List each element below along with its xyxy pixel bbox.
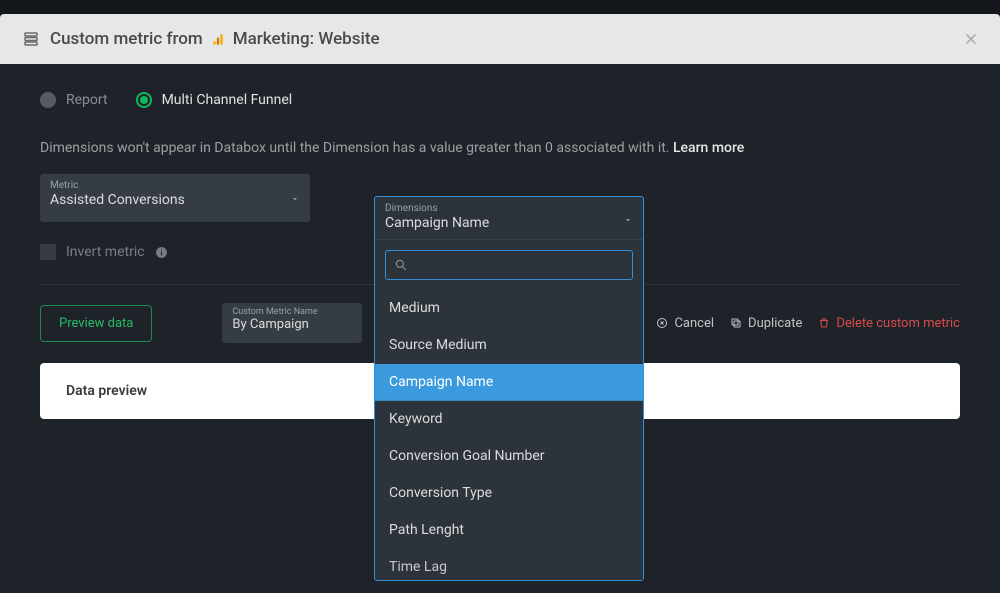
radio-mcf-label: Multi Channel Funnel (162, 92, 293, 108)
delete-label: Delete custom metric (836, 316, 960, 331)
delete-button[interactable]: Delete custom metric (818, 316, 960, 331)
chevron-down-icon (290, 194, 300, 204)
metric-select-label: Metric (50, 180, 300, 191)
radio-on-icon (136, 92, 152, 108)
trash-icon (818, 317, 830, 329)
chevron-down-icon (623, 215, 633, 225)
radio-mcf[interactable]: Multi Channel Funnel (136, 92, 293, 108)
cancel-icon (656, 317, 668, 329)
title-prefix: Custom metric from (50, 29, 203, 49)
radio-report[interactable]: Report (40, 92, 108, 108)
duplicate-label: Duplicate (748, 316, 802, 331)
search-icon (394, 258, 408, 272)
dimension-option[interactable]: Path Lenght (375, 512, 643, 549)
dimensions-list: MediumSource MediumCampaign NameKeywordC… (375, 290, 643, 580)
hint-text: Dimensions won't appear in Databox until… (40, 140, 673, 156)
cm-name-label: Custom Metric Name (232, 307, 352, 317)
invert-checkbox[interactable] (40, 244, 56, 260)
radio-off-icon (40, 92, 56, 108)
copy-icon (730, 317, 742, 329)
title-source: Marketing: Website (233, 29, 380, 49)
dim-value: Campaign Name (385, 215, 633, 231)
cancel-button[interactable]: Cancel (656, 316, 714, 331)
dimension-option[interactable]: Keyword (375, 401, 643, 438)
funnel-type-radios: Report Multi Channel Funnel (40, 92, 960, 108)
dimensions-hint: Dimensions won't appear in Databox until… (40, 140, 960, 156)
dimension-option[interactable]: Medium (375, 290, 643, 327)
duplicate-button[interactable]: Duplicate (730, 316, 802, 331)
close-icon (962, 30, 980, 48)
dim-label: Dimensions (385, 203, 633, 214)
modal-title: Custom metric from Marketing: Website (50, 29, 380, 49)
google-analytics-icon (211, 32, 225, 46)
dimension-option[interactable]: Conversion Goal Number (375, 438, 643, 475)
learn-more-link[interactable]: Learn more (673, 140, 744, 156)
metric-select-value: Assisted Conversions (50, 192, 300, 208)
dimension-option[interactable]: Time Lag (375, 549, 643, 580)
metric-select[interactable]: Metric Assisted Conversions (40, 174, 310, 222)
info-icon[interactable] (155, 246, 168, 259)
dimension-option[interactable]: Campaign Name (375, 364, 643, 401)
invert-label: Invert metric (66, 244, 145, 260)
dimension-option[interactable]: Conversion Type (375, 475, 643, 512)
modal-header: Custom metric from Marketing: Website (0, 14, 1000, 64)
dimensions-dropdown-header[interactable]: Dimensions Campaign Name (375, 197, 643, 240)
preview-data-button[interactable]: Preview data (40, 305, 152, 342)
cancel-label: Cancel (674, 316, 714, 331)
dimensions-dropdown: Dimensions Campaign Name MediumSource Me… (374, 196, 644, 581)
radio-report-label: Report (66, 92, 108, 108)
stack-icon (22, 30, 40, 48)
dimension-option[interactable]: Source Medium (375, 327, 643, 364)
dimensions-search-input[interactable] (414, 258, 624, 273)
dimensions-search[interactable] (385, 250, 633, 280)
close-button[interactable] (962, 30, 980, 48)
custom-metric-name-input[interactable]: Custom Metric Name By Campaign (222, 303, 362, 343)
cm-name-value: By Campaign (232, 317, 352, 332)
